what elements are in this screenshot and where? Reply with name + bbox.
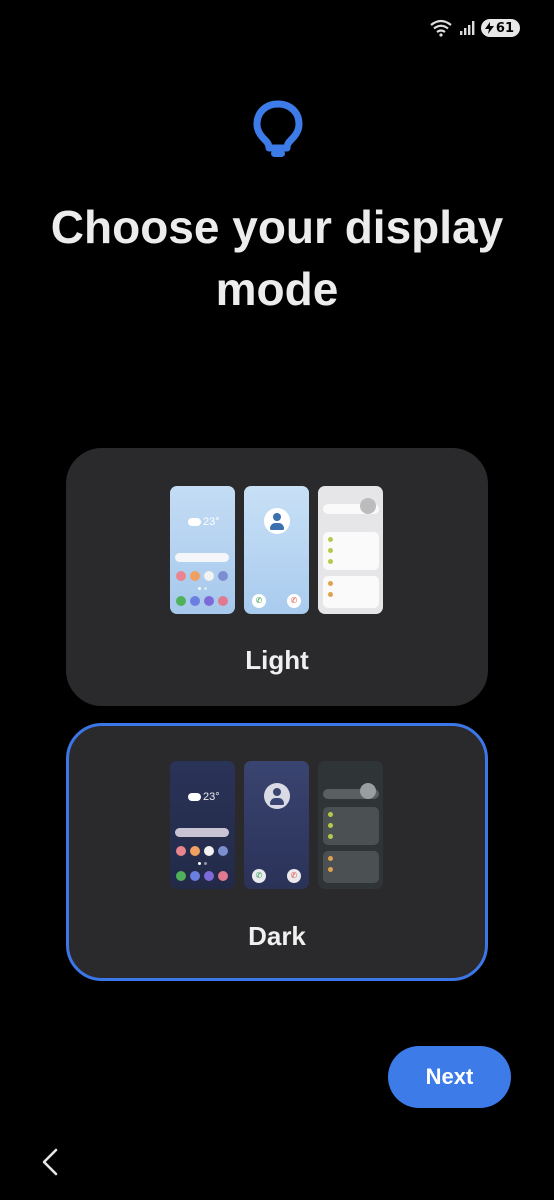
- dock-icons-row: [176, 596, 228, 606]
- cloud-icon: [185, 515, 201, 526]
- next-button[interactable]: Next: [388, 1046, 511, 1108]
- light-preview-group: 23° ✆ ✆: [170, 486, 383, 614]
- lightbulb-icon: [253, 100, 303, 157]
- toggle-knob-preview: [360, 498, 376, 514]
- avatar-icon: [264, 783, 290, 809]
- dark-mode-option[interactable]: 23° ✆ ✆ Dark: [66, 723, 488, 981]
- page-indicator: [198, 862, 207, 865]
- phone-decline-icon: ✆: [287, 594, 301, 608]
- dark-option-label: Dark: [248, 921, 306, 951]
- back-arrow-icon[interactable]: [36, 1146, 66, 1178]
- wifi-icon: [430, 19, 452, 37]
- call-screen-preview: ✆ ✆: [244, 761, 309, 889]
- settings-card-preview: [323, 532, 379, 570]
- home-screen-preview: 23°: [170, 761, 235, 889]
- charging-icon: [484, 22, 494, 34]
- call-screen-preview: ✆ ✆: [244, 486, 309, 614]
- light-mode-option[interactable]: 23° ✆ ✆ Light: [66, 448, 488, 706]
- app-icons-row: [176, 571, 228, 581]
- search-bar-preview: [175, 828, 229, 837]
- app-icons-row: [176, 846, 228, 856]
- battery-indicator: 61: [480, 19, 520, 37]
- search-bar-preview: [175, 553, 229, 562]
- settings-card-preview: [323, 576, 379, 608]
- avatar-icon: [264, 508, 290, 534]
- settings-card-preview: [323, 807, 379, 845]
- weather-widget: 23°: [185, 515, 220, 528]
- home-screen-preview: 23°: [170, 486, 235, 614]
- light-option-label: Light: [245, 645, 309, 675]
- battery-level: 61: [495, 20, 514, 36]
- dark-preview-group: 23° ✆ ✆: [170, 761, 383, 889]
- page-indicator: [198, 587, 207, 590]
- weather-widget: 23°: [185, 790, 220, 803]
- toggle-knob-preview: [360, 783, 376, 799]
- dock-icons-row: [176, 871, 228, 881]
- settings-screen-preview: [318, 761, 383, 889]
- phone-accept-icon: ✆: [252, 869, 266, 883]
- weather-temperature: 23°: [203, 516, 220, 528]
- phone-decline-icon: ✆: [287, 869, 301, 883]
- cloud-icon: [185, 790, 201, 801]
- phone-accept-icon: ✆: [252, 594, 266, 608]
- page-title: Choose your display mode: [50, 201, 504, 315]
- signal-icon: [459, 21, 475, 35]
- weather-temperature: 23°: [203, 791, 220, 803]
- status-bar: 61: [429, 16, 520, 40]
- settings-card-preview: [323, 851, 379, 883]
- settings-screen-preview: [318, 486, 383, 614]
